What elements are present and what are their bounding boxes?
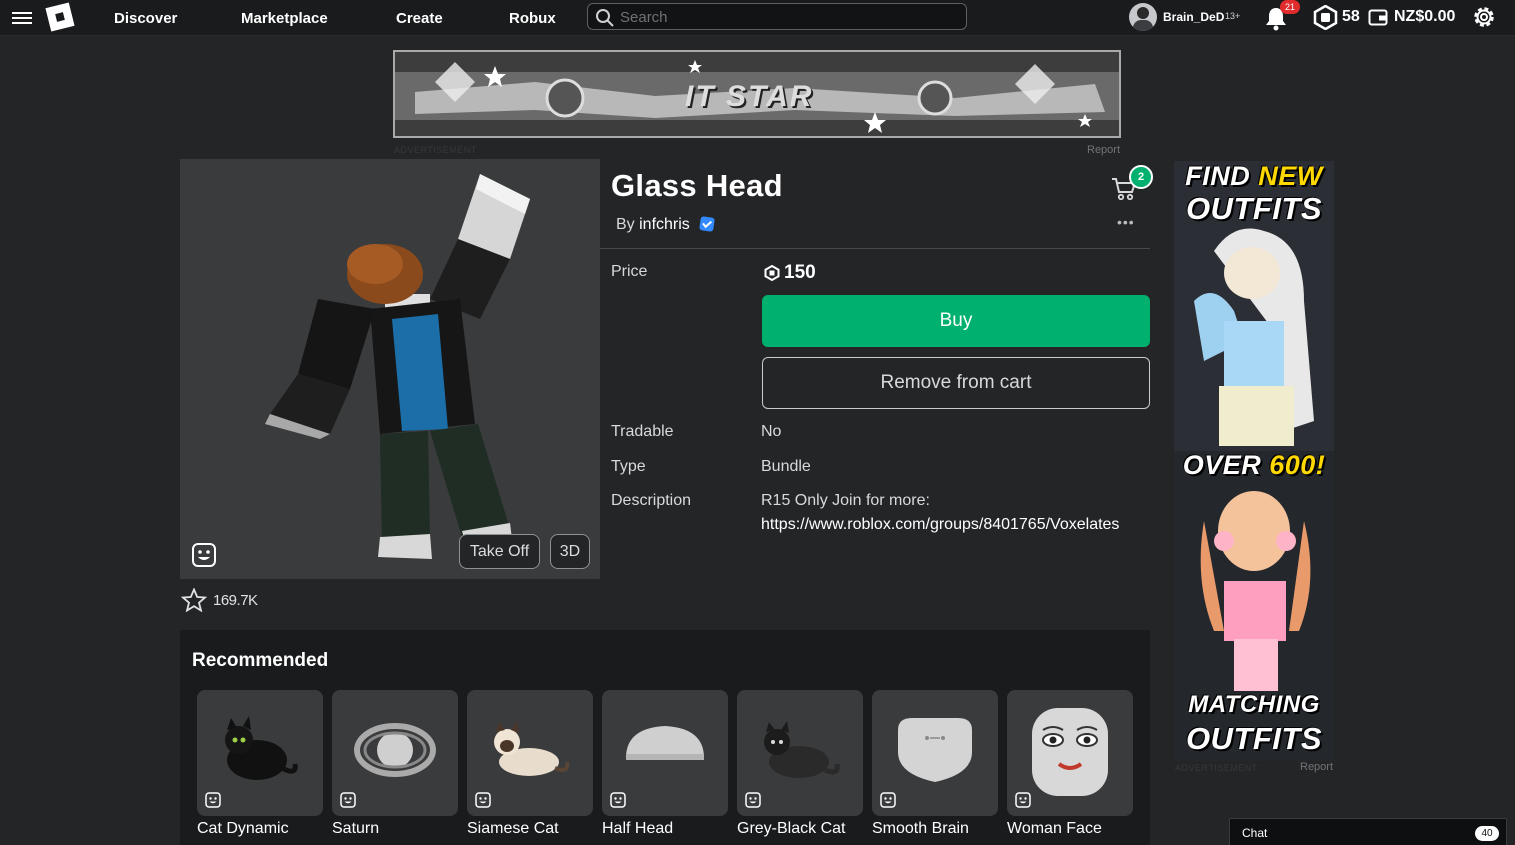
emote-icon bbox=[475, 792, 491, 808]
description-text: R15 Only Join for more: bbox=[761, 492, 930, 509]
remove-from-cart-button[interactable]: Remove from cart bbox=[762, 357, 1150, 409]
robux-icon[interactable] bbox=[1313, 5, 1338, 30]
item-name[interactable]: Woman Face bbox=[1007, 820, 1133, 838]
robux-balance[interactable]: 58 bbox=[1342, 8, 1360, 26]
emote-icon bbox=[880, 792, 896, 808]
side-advertisement[interactable]: FIND NEW OUTFITS OVER 600! MATCHING OUTF… bbox=[1174, 161, 1334, 761]
more-options-icon[interactable]: ••• bbox=[1117, 214, 1135, 230]
details-divider bbox=[600, 248, 1150, 249]
search-icon bbox=[596, 9, 614, 27]
side-ad-line-2: OUTFITS bbox=[1185, 191, 1323, 226]
age-label: 13+ bbox=[1225, 11, 1241, 21]
chat-bar[interactable]: Chat 40 bbox=[1229, 818, 1507, 845]
roblox-logo-icon[interactable] bbox=[45, 2, 75, 32]
nav-marketplace[interactable]: Marketplace bbox=[241, 10, 328, 27]
type-value: Bundle bbox=[761, 458, 811, 475]
emote-icon bbox=[340, 792, 356, 808]
recommended-item[interactable]: Woman Face bbox=[1007, 690, 1133, 838]
recommended-title: Recommended bbox=[192, 650, 329, 671]
price-value: 150 bbox=[784, 262, 816, 283]
buy-button[interactable]: Buy bbox=[762, 295, 1150, 347]
view-3d-button[interactable]: 3D bbox=[550, 534, 590, 569]
side-ad-600: 600! bbox=[1269, 450, 1326, 480]
banner-report-link[interactable]: Report bbox=[1087, 144, 1120, 156]
gear-icon[interactable] bbox=[1471, 4, 1497, 30]
notification-count-badge: 21 bbox=[1280, 0, 1300, 14]
description-link[interactable]: https://www.roblox.com/groups/8401765/Vo… bbox=[761, 516, 1119, 534]
menu-icon[interactable] bbox=[12, 9, 32, 27]
item-thumbnail[interactable] bbox=[872, 690, 998, 816]
type-label: Type bbox=[611, 458, 646, 475]
nav-create[interactable]: Create bbox=[396, 10, 443, 27]
side-ad-line-3: OVER 600! bbox=[1174, 450, 1334, 481]
emote-icon bbox=[205, 792, 221, 808]
by-prefix: By bbox=[616, 216, 635, 233]
username[interactable]: Brain_DeD bbox=[1163, 10, 1224, 24]
recommended-item[interactable]: Cat Dynamic bbox=[197, 690, 323, 838]
emote-icon bbox=[745, 792, 761, 808]
side-ad-over: OVER bbox=[1182, 450, 1262, 480]
recommended-item[interactable]: Grey-Black Cat bbox=[737, 690, 863, 838]
user-avatar[interactable] bbox=[1129, 3, 1157, 31]
item-thumbnail[interactable] bbox=[737, 690, 863, 816]
item-preview[interactable] bbox=[180, 159, 600, 579]
emote-icon bbox=[610, 792, 626, 808]
recommended-item[interactable]: Siamese Cat bbox=[467, 690, 593, 838]
item-name[interactable]: Saturn bbox=[332, 820, 458, 838]
item-name[interactable]: Siamese Cat bbox=[467, 820, 593, 838]
creator-byline: By infchris bbox=[616, 216, 690, 234]
nav-discover[interactable]: Discover bbox=[114, 10, 177, 27]
item-name[interactable]: Smooth Brain bbox=[872, 820, 998, 838]
chat-label: Chat bbox=[1242, 826, 1268, 840]
side-ad-line-4: MATCHING bbox=[1188, 691, 1320, 718]
side-ad-report-link[interactable]: Report bbox=[1300, 761, 1333, 773]
description-label: Description bbox=[611, 492, 692, 509]
robux-price-icon bbox=[764, 265, 780, 281]
side-ad-line-1: FIND NEW bbox=[1174, 161, 1334, 192]
avatar-render bbox=[265, 174, 530, 559]
banner-text: IT STAR bbox=[685, 80, 814, 113]
item-thumbnail[interactable] bbox=[467, 690, 593, 816]
top-navigation-bar: Discover Marketplace Create Robux Brain_… bbox=[0, 0, 1515, 36]
price-label: Price bbox=[611, 263, 648, 280]
recommended-item[interactable]: Half Head bbox=[602, 690, 728, 838]
wallet-icon[interactable] bbox=[1368, 7, 1388, 27]
take-off-button[interactable]: Take Off bbox=[459, 534, 540, 569]
favorite-star-icon[interactable] bbox=[181, 588, 207, 612]
nav-robux[interactable]: Robux bbox=[509, 10, 556, 27]
side-ad-label: ADVERTISEMENT bbox=[1175, 763, 1258, 773]
wallet-balance[interactable]: NZ$0.00 bbox=[1394, 8, 1455, 26]
recommended-item[interactable]: Saturn bbox=[332, 690, 458, 838]
search-input[interactable] bbox=[620, 7, 950, 27]
recommended-item[interactable]: Smooth Brain bbox=[872, 690, 998, 838]
item-name[interactable]: Cat Dynamic bbox=[197, 820, 323, 838]
cart-count-badge: 2 bbox=[1129, 165, 1153, 189]
item-thumbnail[interactable] bbox=[1007, 690, 1133, 816]
chat-unread-count: 40 bbox=[1475, 826, 1499, 841]
banner-ad-label: ADVERTISEMENT bbox=[394, 145, 477, 155]
side-ad-line-5: OUTFITS bbox=[1185, 721, 1323, 756]
search-box[interactable] bbox=[587, 3, 967, 30]
item-name[interactable]: Grey-Black Cat bbox=[737, 820, 863, 838]
tradable-label: Tradable bbox=[611, 423, 674, 440]
side-ad-find: FIND bbox=[1185, 161, 1251, 191]
item-title: Glass Head bbox=[611, 168, 783, 203]
side-ad-new: NEW bbox=[1258, 161, 1323, 191]
item-thumbnail[interactable] bbox=[602, 690, 728, 816]
emote-icon bbox=[1015, 792, 1031, 808]
emote-icon[interactable] bbox=[191, 542, 217, 568]
item-thumbnail[interactable] bbox=[332, 690, 458, 816]
favorite-count: 169.7K bbox=[213, 592, 258, 609]
banner-advertisement[interactable]: IT STAR bbox=[393, 50, 1121, 138]
tradable-value: No bbox=[761, 423, 782, 440]
creator-link[interactable]: infchris bbox=[639, 216, 690, 233]
item-thumbnail[interactable] bbox=[197, 690, 323, 816]
item-name[interactable]: Half Head bbox=[602, 820, 728, 838]
verified-badge-icon bbox=[699, 216, 715, 232]
